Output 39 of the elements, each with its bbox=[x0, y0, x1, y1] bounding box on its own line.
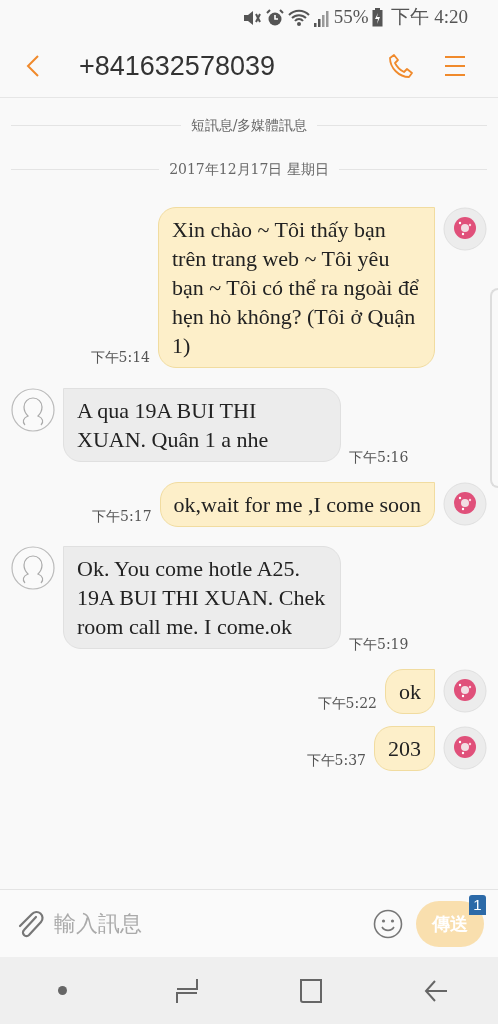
message-time: 下午5:22 bbox=[317, 694, 377, 713]
avatar-icon bbox=[443, 669, 487, 713]
date-label: 2017年12月17日 星期日 bbox=[169, 160, 329, 179]
alarm-icon bbox=[265, 8, 284, 27]
battery-icon bbox=[372, 8, 384, 27]
message-bubble: ok,wait for me ,I come soon bbox=[159, 482, 435, 527]
back-icon[interactable] bbox=[423, 978, 448, 1003]
message-time: 下午5:14 bbox=[90, 348, 150, 367]
message-bubble: ok bbox=[385, 669, 435, 714]
message-type-label: 短訊息/多媒體訊息 bbox=[190, 116, 308, 135]
count-badge: 1 bbox=[469, 894, 486, 915]
avatar-icon bbox=[443, 207, 487, 251]
message-bubble: 203 bbox=[374, 726, 435, 771]
message-bubble: A qua 19A BUI THI XUAN. Quân 1 a nhe bbox=[63, 388, 341, 462]
mute-icon bbox=[241, 8, 262, 27]
message-bubble: Ok. You come hotle A25. 19A BUI THI XUAN. Chek room call me. I come.ok bbox=[63, 546, 341, 649]
message-time: 下午5:37 bbox=[306, 751, 366, 770]
recent-apps-icon[interactable] bbox=[174, 977, 199, 1004]
emoji-button[interactable] bbox=[372, 907, 404, 940]
battery-percentage: 55% bbox=[333, 5, 369, 30]
home-icon[interactable] bbox=[299, 978, 324, 1003]
back-icon bbox=[26, 54, 40, 78]
clock-time: 下午 4:20 bbox=[391, 5, 468, 30]
signal-icon bbox=[313, 8, 330, 27]
avatar-icon bbox=[11, 546, 55, 590]
message-time: 下午5:19 bbox=[349, 635, 409, 654]
avatar-icon bbox=[443, 726, 487, 770]
message-time: 下午5:16 bbox=[349, 448, 409, 467]
wifi-icon bbox=[287, 8, 310, 27]
paperclip-icon bbox=[16, 908, 44, 939]
message-bubble: Xin chào ~ Tôi thấy bạn trên trang web ~ Tôi yêu bạn ~ Tôi có thể ra ngoài để hẹn hò không? (Tôi ở Quận 1) bbox=[158, 207, 435, 368]
phone-icon bbox=[388, 53, 414, 79]
message-input-field[interactable]: 輸入訊息 bbox=[54, 907, 372, 940]
menu-icon bbox=[444, 55, 466, 77]
avatar-icon bbox=[443, 482, 487, 526]
message-time: 下午5:17 bbox=[92, 507, 152, 526]
smiley-icon bbox=[373, 908, 403, 939]
contact-number: +841632578039 bbox=[79, 49, 276, 83]
avatar-icon bbox=[11, 388, 55, 432]
